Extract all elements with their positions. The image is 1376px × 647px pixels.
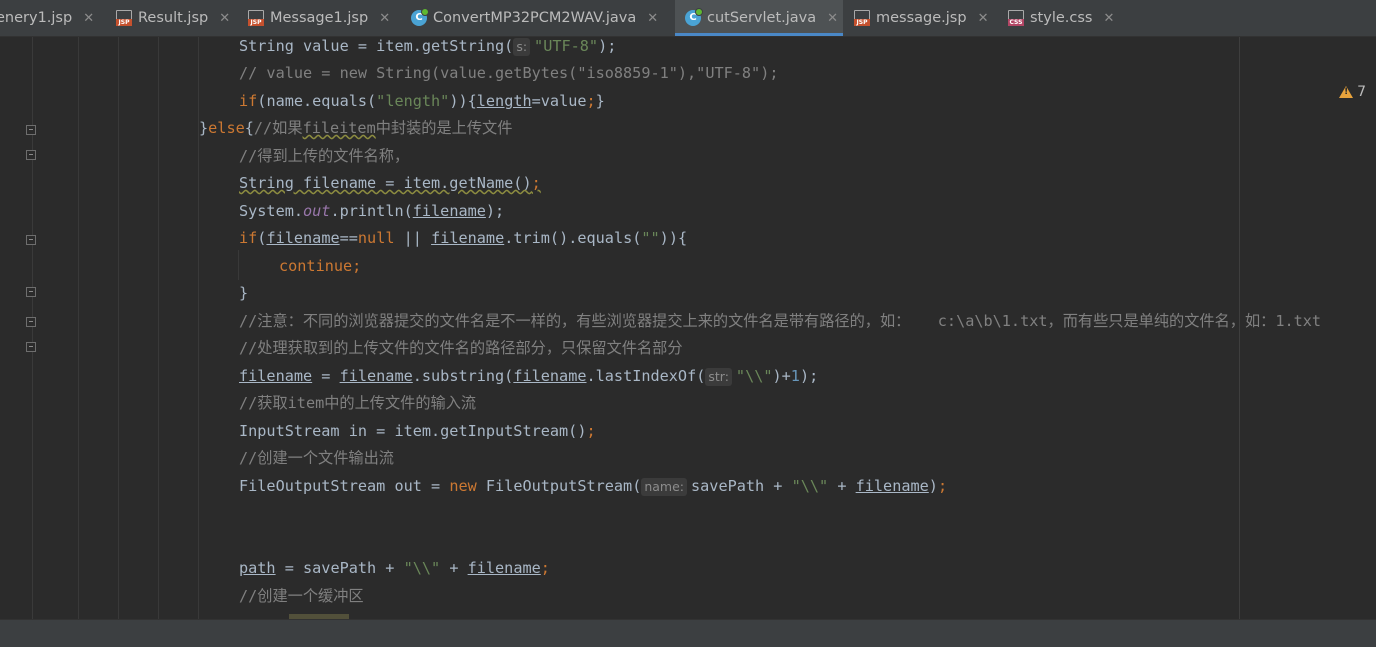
fold-marker-icon[interactable] [26, 125, 36, 135]
indent-guide [238, 250, 239, 280]
code-line: //注意：不同的浏览器提交的文件名是不一样的，有些浏览器提交上来的文件名是带有路… [239, 312, 1322, 330]
tab-result-jsp[interactable]: Result.jsp ✕ [116, 0, 240, 36]
code-line: if(name.equals("length")){length=value;} [239, 92, 605, 110]
code-editor[interactable]: 7 String value = item.getString(s:"UTF-8… [0, 37, 1376, 619]
tab-convertmp32pcm2wav-java[interactable]: C ConvertMP32PCM2WAV.java ✕ [411, 0, 673, 36]
parameter-hint: str: [705, 368, 732, 386]
code-line: filename = filename.substring(filename.l… [239, 367, 819, 386]
code-line: // value = new String(value.getBytes("is… [239, 64, 779, 82]
code-line: String filename = item.getName(); [239, 174, 541, 192]
indent-guide [158, 37, 159, 619]
java-class-icon: C [411, 8, 429, 26]
code-line: String value = item.getString(s: "UTF-8")… [239, 37, 617, 56]
close-icon[interactable]: ✕ [1103, 11, 1114, 26]
tab-label: cutServlet.java [707, 10, 817, 26]
close-icon[interactable]: ✕ [83, 11, 94, 26]
tab-enery1-jsp[interactable]: enery1.jsp ✕ [0, 0, 104, 36]
tab-message1-jsp[interactable]: Message1.jsp ✕ [248, 0, 398, 36]
parameter-hint: name: [641, 478, 688, 496]
tab-label: Message1.jsp [270, 10, 369, 26]
tab-style-css[interactable]: style.css ✕ [1008, 0, 1128, 36]
close-icon[interactable]: ✕ [978, 11, 989, 26]
tab-label: message.jsp [876, 10, 967, 26]
fold-marker-icon[interactable] [26, 317, 36, 327]
jsp-file-icon [248, 10, 264, 26]
code-line: }else{//如果fileitem中封装的是上传文件 [199, 119, 513, 137]
bottom-bar [0, 619, 1376, 647]
code-line: if(filename==null || filename.trim().equ… [239, 229, 688, 247]
tab-label: ConvertMP32PCM2WAV.java [433, 10, 637, 26]
css-file-icon [1008, 10, 1024, 26]
close-icon[interactable]: ✕ [827, 11, 838, 26]
code-line: //创建一个文件输出流 [239, 449, 394, 467]
jsp-file-icon [854, 10, 870, 26]
code-line: } [239, 284, 249, 302]
fold-marker-icon[interactable] [26, 342, 36, 352]
warning-count: 7 [1357, 84, 1366, 100]
code-line: System.out.println(filename); [239, 202, 505, 220]
parameter-hint: s: [513, 38, 531, 56]
java-class-icon: C [685, 8, 703, 26]
tab-label: enery1.jsp [0, 10, 73, 26]
inspection-warnings[interactable]: 7 [1339, 84, 1366, 100]
tab-label: style.css [1030, 10, 1093, 26]
code-line: //处理获取到的上传文件的文件名的路径部分，只保留文件名部分 [239, 339, 683, 357]
tab-label: Result.jsp [138, 10, 209, 26]
close-icon[interactable]: ✕ [647, 11, 658, 26]
warning-icon [1339, 86, 1354, 98]
tab-message-jsp[interactable]: message.jsp ✕ [854, 0, 994, 36]
code-line: //得到上传的文件名称， [239, 147, 410, 165]
code-line: path = savePath + "\\" + filename; [239, 559, 550, 577]
editor-tab-bar: enery1.jsp ✕ Result.jsp ✕ Message1.jsp ✕… [0, 0, 1376, 37]
close-icon[interactable]: ✕ [379, 11, 390, 26]
code-line: continue; [279, 257, 362, 275]
fold-marker-icon[interactable] [26, 287, 36, 297]
close-icon[interactable]: ✕ [219, 11, 230, 26]
jsp-file-icon [116, 10, 132, 26]
code-line: //获取item中的上传文件的输入流 [239, 394, 477, 412]
indent-guide [78, 37, 79, 619]
code-line: FileOutputStream out = new FileOutputStr… [239, 477, 948, 496]
code-line: //创建一个缓冲区 [239, 587, 364, 605]
fold-marker-icon[interactable] [26, 150, 36, 160]
tab-cutservlet-java[interactable]: C cutServlet.java ✕ [675, 0, 843, 36]
fold-marker-icon[interactable] [26, 235, 36, 245]
indent-guide [118, 37, 119, 619]
code-line: InputStream in = item.getInputStream(); [239, 422, 596, 440]
